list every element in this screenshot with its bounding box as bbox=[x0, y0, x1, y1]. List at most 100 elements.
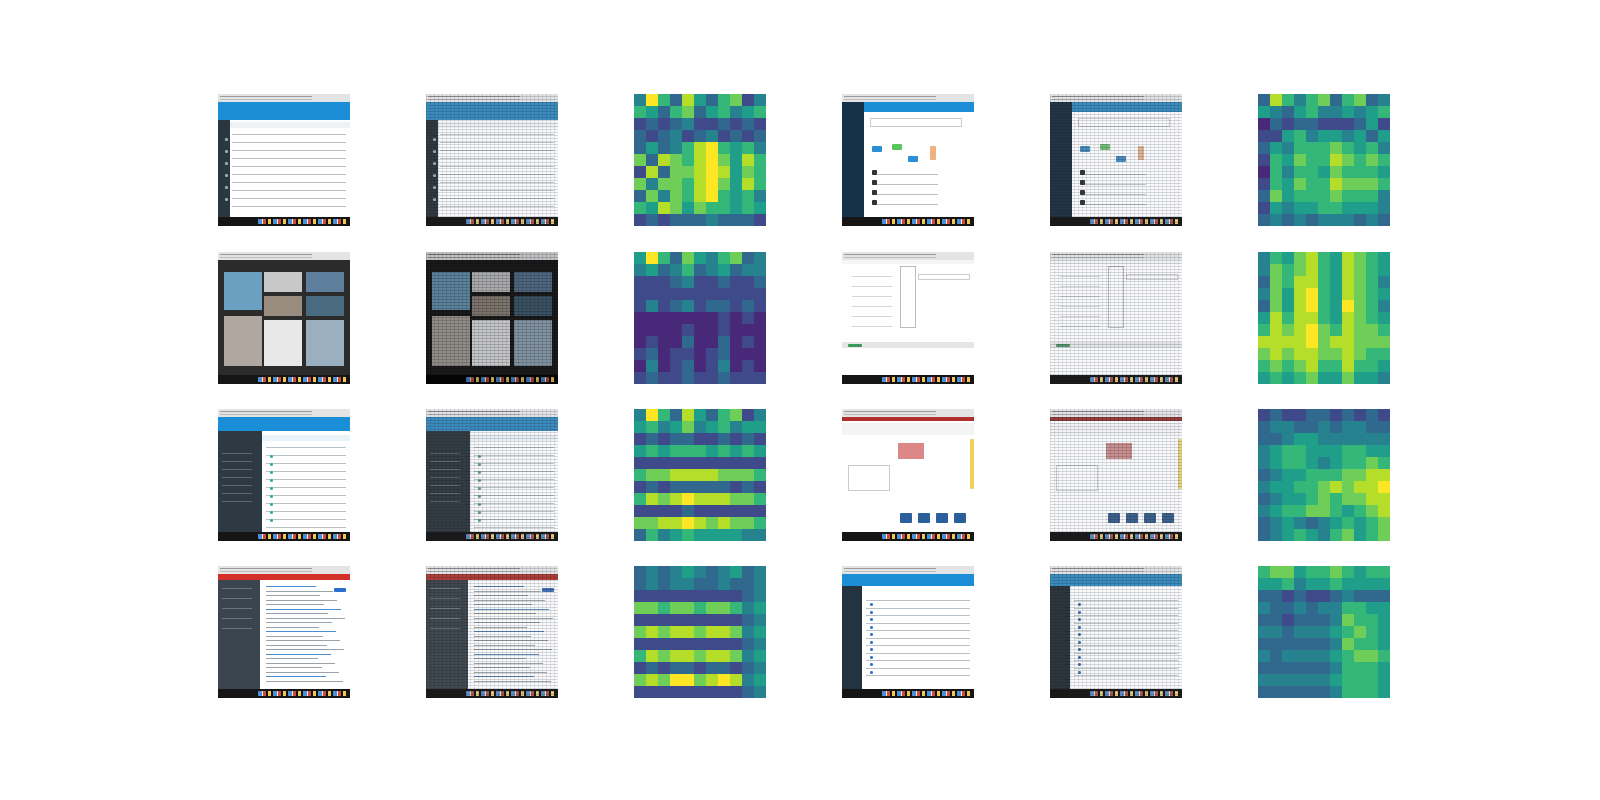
list-row bbox=[266, 471, 346, 472]
table-row bbox=[1074, 652, 1178, 654]
heatmap-cell bbox=[1378, 481, 1390, 493]
heatmap-cell bbox=[646, 288, 658, 300]
heatmap-cell bbox=[1258, 252, 1270, 264]
heatmap-cell bbox=[1342, 469, 1354, 481]
heatmap-cell bbox=[1294, 142, 1306, 154]
heatmap-cell bbox=[1330, 409, 1342, 421]
heatmap-cell bbox=[658, 517, 670, 529]
heatmap-cell bbox=[718, 505, 730, 517]
taskbar bbox=[842, 217, 974, 226]
heatmap-cell bbox=[682, 493, 694, 505]
heatmap-cell bbox=[1318, 517, 1330, 529]
taskbar bbox=[842, 375, 974, 384]
heatmap-cell bbox=[730, 130, 742, 142]
sidebar bbox=[426, 580, 468, 689]
gallery-image bbox=[264, 320, 302, 366]
gallery-image bbox=[514, 272, 552, 292]
heatmap-cell bbox=[682, 505, 694, 517]
heatmap-cell bbox=[754, 312, 766, 324]
heatmap-cell bbox=[1258, 686, 1270, 698]
heatmap-cell bbox=[1258, 493, 1270, 505]
heatmap-cell bbox=[754, 662, 766, 674]
heatmap-cell bbox=[1294, 276, 1306, 288]
table-row bbox=[1074, 637, 1178, 639]
heatmap-cell bbox=[706, 650, 718, 662]
heatmap-cell bbox=[670, 578, 682, 590]
heatmap-cell bbox=[1306, 336, 1318, 348]
table-row bbox=[232, 198, 346, 199]
heatmap-cell bbox=[754, 481, 766, 493]
text-line bbox=[266, 626, 319, 628]
original-screenshot bbox=[218, 409, 350, 541]
heatmap-cell bbox=[682, 517, 694, 529]
heatmap-cell bbox=[1294, 288, 1306, 300]
heatmap-cell bbox=[718, 445, 730, 457]
text-field bbox=[1126, 274, 1178, 280]
heatmap-cell bbox=[1330, 288, 1342, 300]
heatmap-cell bbox=[1306, 505, 1318, 517]
heatmap-cell bbox=[1366, 324, 1378, 336]
heatmap-cell bbox=[1378, 142, 1390, 154]
heatmap-cell bbox=[1366, 674, 1378, 686]
heatmap-cell bbox=[1270, 433, 1282, 445]
heatmap-cell bbox=[658, 252, 670, 264]
heatmap-cell bbox=[1354, 372, 1366, 384]
heatmap-cell bbox=[658, 130, 670, 142]
heatmap-cell bbox=[718, 469, 730, 481]
heatmap-cell bbox=[646, 614, 658, 626]
row-icon bbox=[478, 471, 481, 474]
table-row bbox=[1074, 600, 1178, 601]
sidebar bbox=[426, 431, 470, 532]
heatmap-cell bbox=[706, 106, 718, 118]
heatmap-cell bbox=[1342, 264, 1354, 276]
heatmap-cell bbox=[754, 360, 766, 372]
heatmap-cell bbox=[658, 578, 670, 590]
action-button bbox=[1080, 146, 1090, 152]
heatmap-cell bbox=[658, 529, 670, 541]
heatmap-cell bbox=[1282, 566, 1294, 578]
heatmap-cell bbox=[682, 409, 694, 421]
heatmap-cell bbox=[670, 154, 682, 166]
heatmap-cell bbox=[658, 264, 670, 276]
row-icon bbox=[1078, 610, 1081, 614]
heatmap-cell bbox=[742, 360, 754, 372]
heatmap-cell bbox=[1282, 142, 1294, 154]
heatmap-cell bbox=[730, 118, 742, 130]
heatmap-cell bbox=[646, 409, 658, 421]
table-row bbox=[232, 182, 346, 183]
original-screenshot bbox=[218, 94, 350, 226]
heatmap-cell bbox=[634, 493, 646, 505]
heatmap-cell bbox=[634, 118, 646, 130]
heatmap-cell bbox=[1282, 614, 1294, 626]
heatmap-cell bbox=[742, 481, 754, 493]
heatmap-cell bbox=[706, 336, 718, 348]
heatmap-cell bbox=[1354, 190, 1366, 202]
heatmap-cell bbox=[634, 324, 646, 336]
heatmap-cell bbox=[754, 348, 766, 360]
heatmap-cell bbox=[658, 154, 670, 166]
heatmap-cell bbox=[742, 686, 754, 698]
browser-chrome bbox=[1050, 566, 1182, 574]
heatmap-cell bbox=[1282, 348, 1294, 360]
heatmap-cell bbox=[658, 481, 670, 493]
heatmap-cell bbox=[658, 372, 670, 384]
heatmap-cell bbox=[634, 360, 646, 372]
heatmap-cell bbox=[1258, 409, 1270, 421]
heatmap-cell bbox=[646, 214, 658, 226]
table-row bbox=[440, 198, 554, 199]
sidebar-item bbox=[430, 453, 460, 454]
gallery-image bbox=[472, 272, 510, 292]
heatmap-cell bbox=[730, 650, 742, 662]
heatmap-cell bbox=[1318, 529, 1330, 541]
heatmap-cell bbox=[718, 674, 730, 686]
heatmap-cell bbox=[1294, 372, 1306, 384]
heatmap-cell bbox=[1282, 178, 1294, 190]
heatmap-cell bbox=[1282, 264, 1294, 276]
heatmap-cell bbox=[694, 276, 706, 288]
heatmap-cell bbox=[658, 324, 670, 336]
heatmap-cell bbox=[1330, 178, 1342, 190]
heatmap-cell bbox=[1258, 118, 1270, 130]
heatmap-cell bbox=[1294, 517, 1306, 529]
text-line bbox=[474, 667, 530, 668]
row-icon bbox=[225, 186, 228, 189]
